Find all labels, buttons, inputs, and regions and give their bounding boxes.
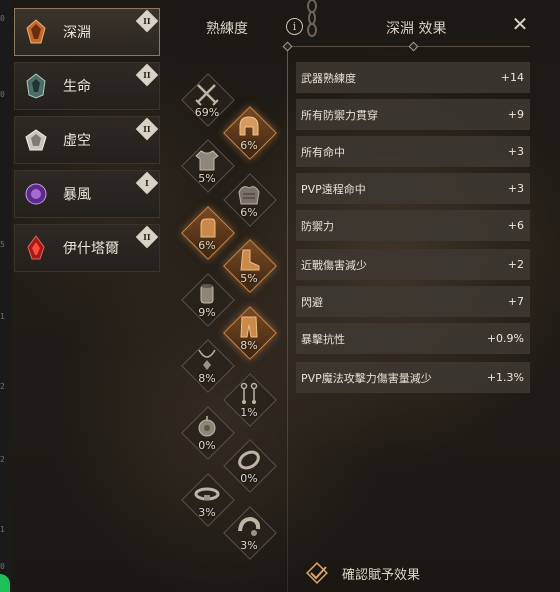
element-tab-void[interactable]: 虛空 II bbox=[14, 116, 160, 164]
stat-name: 所有命中 bbox=[301, 145, 345, 159]
element-tab-life[interactable]: 生命 II bbox=[14, 62, 160, 110]
stat-name: 所有防禦力貫穿 bbox=[301, 108, 378, 122]
axis-tick: 0 bbox=[0, 90, 5, 99]
stat-row: 近戰傷害減少 +2 bbox=[296, 249, 530, 280]
element-label: 暴風 bbox=[63, 187, 91, 203]
tier-badge: II bbox=[135, 117, 159, 141]
check-diamond-icon bbox=[306, 562, 328, 584]
gauntlet-icon bbox=[200, 218, 216, 238]
stat-name: 防禦力 bbox=[301, 219, 334, 233]
crossed-swords-icon bbox=[195, 84, 219, 106]
stat-row: PVP魔法攻擊力傷害量減少 +1.3% bbox=[296, 362, 530, 393]
bangle-icon bbox=[238, 516, 261, 536]
axis-tick: 1 bbox=[0, 525, 5, 534]
life-gem-icon bbox=[23, 73, 49, 99]
stat-value: +2 bbox=[507, 258, 524, 271]
ring-icon bbox=[238, 450, 260, 470]
axis-tick: 5 bbox=[0, 240, 5, 249]
stat-value: +14 bbox=[500, 71, 524, 84]
stat-value: +3 bbox=[507, 182, 524, 195]
confirm-effect-button[interactable]: 確認賦予效果 bbox=[306, 562, 420, 584]
leggings-icon bbox=[240, 316, 258, 338]
stat-value: +3 bbox=[507, 145, 524, 158]
ishtar-gem-icon bbox=[23, 235, 49, 261]
info-icon[interactable]: i bbox=[286, 18, 303, 35]
stat-row: PVP遠程命中 +3 bbox=[296, 173, 530, 204]
earrings-icon bbox=[240, 382, 258, 404]
helmet-icon bbox=[239, 116, 259, 136]
stat-value: +1.3% bbox=[486, 371, 524, 384]
stat-value: +9 bbox=[507, 108, 524, 121]
proficiency-title: 熟練度 bbox=[206, 21, 248, 37]
abyss-gem-icon bbox=[23, 19, 49, 45]
element-label: 深淵 bbox=[63, 25, 91, 41]
stat-value: +0.9% bbox=[486, 332, 524, 345]
bracer-icon bbox=[200, 284, 214, 304]
stat-name: 武器熟練度 bbox=[301, 71, 356, 85]
tunic-icon bbox=[195, 150, 219, 171]
pauldron-icon bbox=[238, 186, 260, 205]
equipment-node-bangle[interactable]: 3% bbox=[222, 505, 277, 560]
boot-icon bbox=[240, 249, 260, 271]
element-tab-ishtar[interactable]: 伊什塔爾 II bbox=[14, 224, 160, 272]
axis-tick: 0 bbox=[0, 14, 5, 23]
stat-row: 武器熟練度 +14 bbox=[296, 62, 530, 93]
axis-tick: 1 bbox=[0, 312, 5, 321]
stat-row: 所有防禦力貫穿 +9 bbox=[296, 99, 530, 130]
tier-badge: II bbox=[135, 9, 159, 33]
tier-badge: II bbox=[135, 63, 159, 87]
axis-tick: 2 bbox=[0, 382, 5, 391]
proficiency-value: 3% bbox=[240, 539, 258, 552]
close-icon[interactable]: ✕ bbox=[510, 14, 530, 34]
stat-name: PVP遠程命中 bbox=[301, 182, 366, 196]
confirm-label: 確認賦予效果 bbox=[342, 567, 421, 583]
chain-icon bbox=[307, 0, 317, 37]
stat-row: 防禦力 +6 bbox=[296, 210, 530, 241]
stat-row: 所有命中 +3 bbox=[296, 136, 530, 167]
stat-row: 暴擊抗性 +0.9% bbox=[296, 323, 530, 354]
element-label: 伊什塔爾 bbox=[63, 241, 119, 257]
element-label: 生命 bbox=[63, 79, 91, 95]
left-axis-strip: 0 0 5 1 2 2 1 0 bbox=[0, 0, 12, 592]
necklace-icon bbox=[198, 349, 216, 370]
amulet-icon bbox=[198, 416, 216, 437]
tier-badge: II bbox=[135, 225, 159, 249]
axis-tick: 2 bbox=[0, 455, 5, 464]
void-gem-icon bbox=[23, 127, 49, 153]
vertical-divider bbox=[287, 48, 288, 592]
tier-badge: I bbox=[135, 171, 159, 195]
stat-name: 暴擊抗性 bbox=[301, 332, 345, 346]
element-label: 虛空 bbox=[63, 133, 91, 149]
stat-value: +6 bbox=[507, 219, 524, 232]
stat-value: +7 bbox=[507, 295, 524, 308]
element-tab-abyss[interactable]: 深淵 II bbox=[14, 8, 160, 56]
axis-tick: 0 bbox=[0, 562, 5, 571]
stat-name: PVP魔法攻擊力傷害量減少 bbox=[301, 371, 432, 385]
effects-title: 深淵 效果 bbox=[386, 21, 447, 37]
stat-row: 閃避 +7 bbox=[296, 286, 530, 317]
element-tab-storm[interactable]: 暴風 I bbox=[14, 170, 160, 218]
storm-gem-icon bbox=[23, 181, 49, 207]
stat-name: 閃避 bbox=[301, 295, 323, 309]
belt-icon bbox=[194, 487, 220, 501]
stat-name: 近戰傷害減少 bbox=[301, 258, 367, 272]
